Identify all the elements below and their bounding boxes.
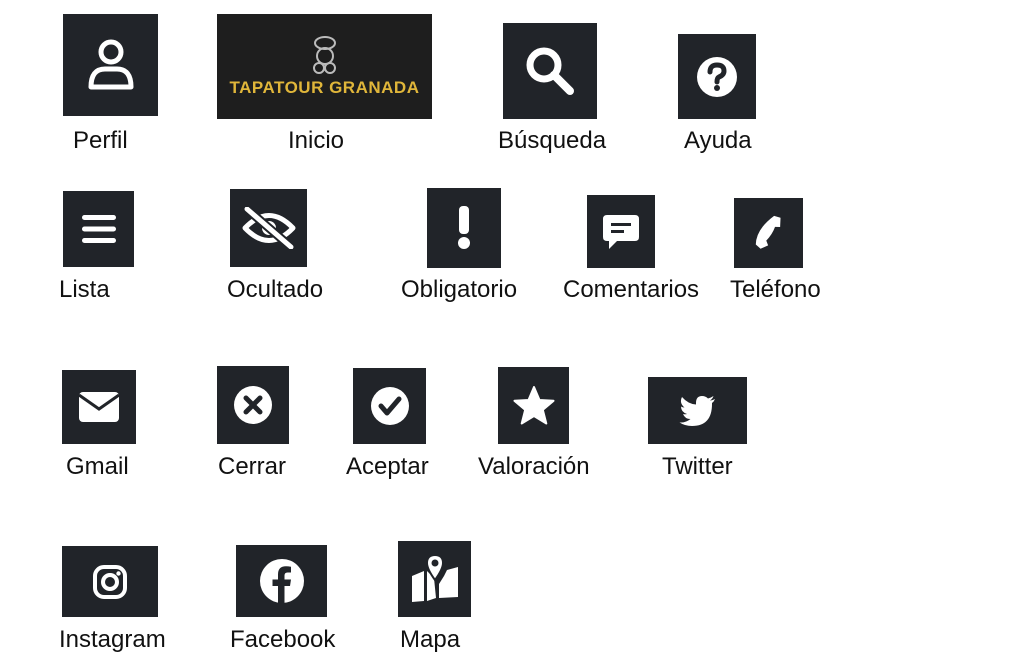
busqueda-button[interactable]: [503, 23, 597, 119]
star-icon: [513, 385, 554, 424]
eye-slash-icon: [242, 207, 295, 249]
envelope-icon: [78, 392, 120, 422]
search-icon: [526, 47, 574, 95]
twitter-icon: [679, 395, 715, 426]
menu-icon: [81, 215, 116, 243]
twitter-label: Twitter: [662, 453, 733, 480]
exclamation-icon: [458, 206, 470, 249]
mapa-label: Mapa: [400, 626, 461, 653]
ayuda-button[interactable]: [678, 34, 756, 119]
cerrar-button[interactable]: [217, 366, 289, 444]
obligatorio-label: Obligatorio: [401, 276, 518, 303]
gmail-button[interactable]: [62, 370, 136, 444]
aceptar-button[interactable]: [353, 368, 426, 444]
busqueda-label: Búsqueda: [498, 127, 607, 154]
perfil-label: Perfil: [73, 127, 128, 154]
mapa-button[interactable]: [398, 541, 471, 617]
facebook-button[interactable]: [236, 545, 327, 617]
ayuda-label: Ayuda: [684, 127, 752, 154]
facebook-icon: [259, 559, 304, 603]
valoracion-button[interactable]: [498, 367, 569, 444]
comentarios-label: Comentarios: [563, 276, 700, 303]
map-icon: [411, 554, 458, 602]
telefono-button[interactable]: [734, 198, 803, 268]
inicio-label: Inicio: [288, 127, 345, 154]
lista-button[interactable]: [63, 191, 134, 267]
instagram-button[interactable]: [62, 546, 158, 617]
instagram-label: Instagram: [59, 626, 166, 653]
twitter-button[interactable]: [648, 377, 747, 444]
gmail-label: Gmail: [66, 453, 129, 480]
ocultado-button[interactable]: [230, 189, 307, 267]
telefono-label: Teléfono: [730, 276, 821, 303]
question-circle-icon: [697, 56, 737, 97]
valoracion-label: Valoración: [478, 453, 590, 480]
chef-mascot-icon: [312, 35, 336, 74]
inicio-logo-button[interactable]: TAPATOUR GRANADA: [217, 14, 432, 119]
cerrar-label: Cerrar: [218, 453, 287, 480]
lista-label: Lista: [59, 276, 110, 303]
instagram-icon: [93, 564, 127, 599]
aceptar-label: Aceptar: [346, 453, 429, 480]
facebook-label: Facebook: [230, 626, 336, 653]
comment-icon: [603, 214, 639, 249]
check-circle-icon: [370, 387, 409, 425]
user-icon: [88, 39, 133, 90]
obligatorio-button[interactable]: [427, 188, 501, 268]
phone-icon: [755, 215, 781, 249]
perfil-button[interactable]: [63, 14, 158, 116]
ocultado-label: Ocultado: [227, 276, 324, 303]
comentarios-button[interactable]: [587, 195, 655, 268]
logo-text: TAPATOUR GRANADA: [229, 77, 420, 97]
close-circle-icon: [234, 386, 272, 424]
